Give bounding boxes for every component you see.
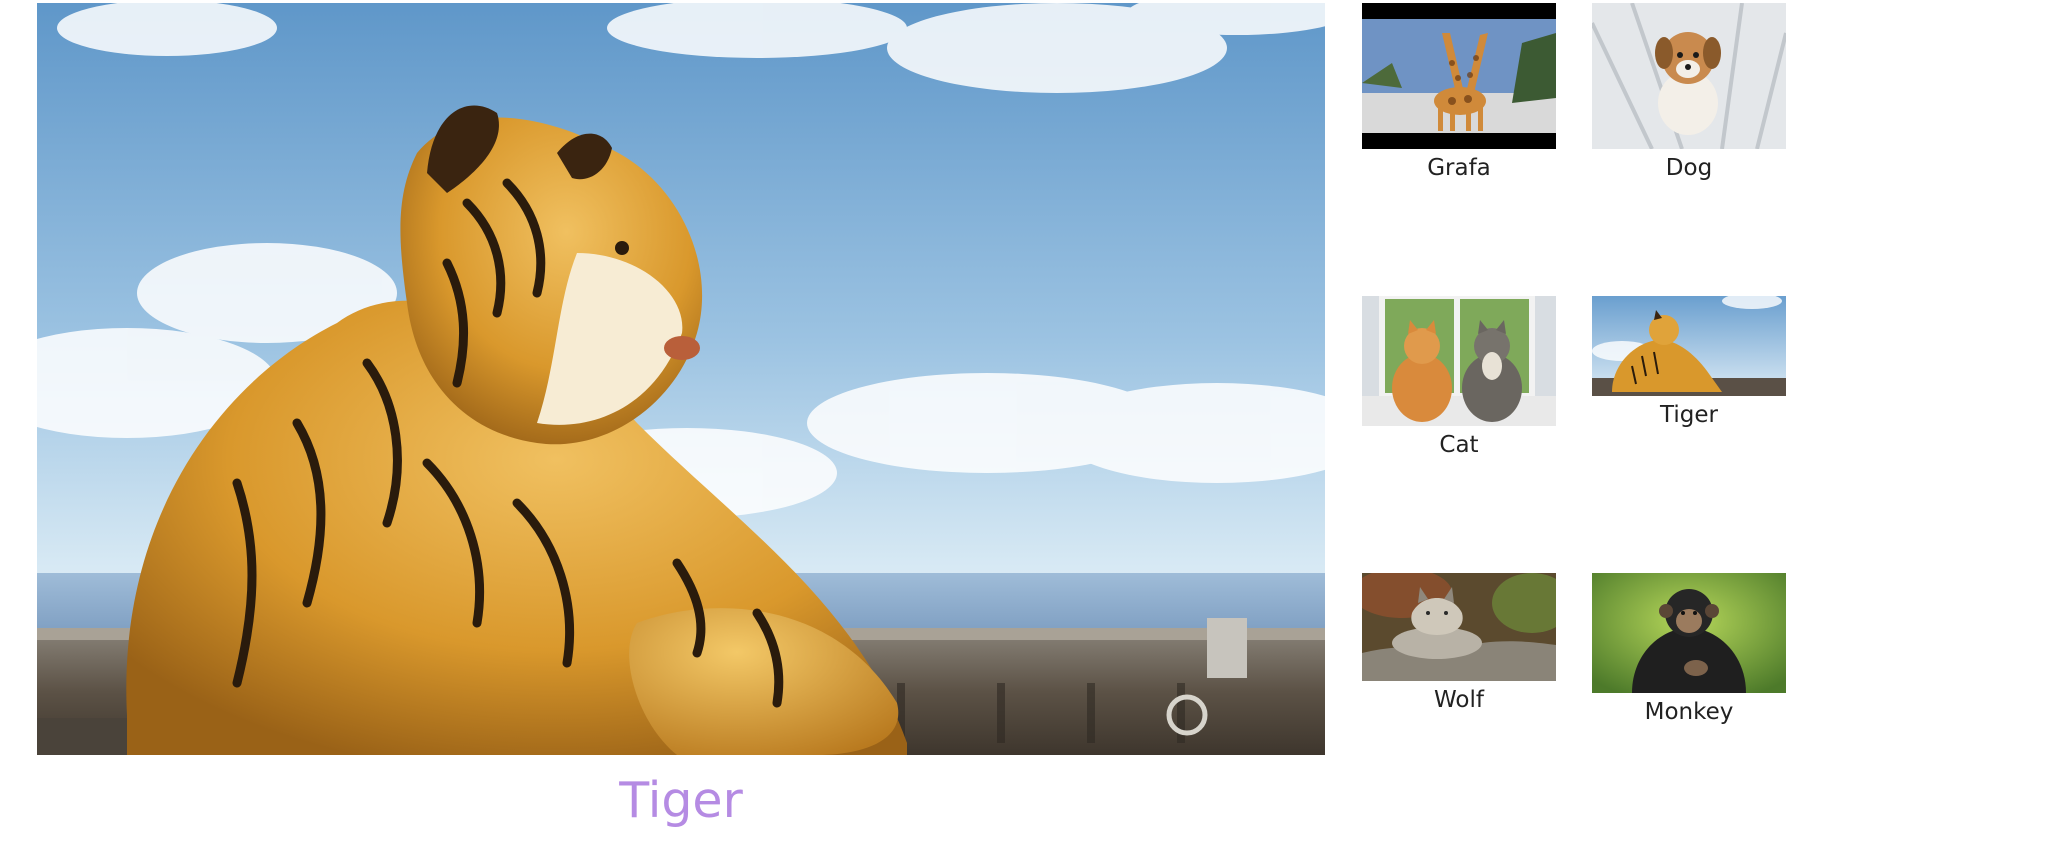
selected-animal-title: Tiger xyxy=(619,772,743,829)
thumbnail-monkey[interactable]: Monkey xyxy=(1592,573,1786,728)
thumbnail-label-tiger: Tiger xyxy=(1660,402,1718,428)
tiger-image[interactable] xyxy=(1592,296,1786,396)
thumbnail-label-wolf: Wolf xyxy=(1434,687,1484,713)
thumbnail-label-cat: Cat xyxy=(1439,432,1479,458)
giraffe-image[interactable] xyxy=(1362,3,1556,149)
main-image-tiger xyxy=(37,3,1325,755)
thumbnail-wolf[interactable]: Wolf xyxy=(1362,573,1556,716)
thumbnail-label-grafa: Grafa xyxy=(1427,155,1491,181)
thumbnail-label-dog: Dog xyxy=(1665,155,1713,181)
thumbnail-label-monkey: Monkey xyxy=(1644,699,1734,725)
thumbnail-grafa[interactable]: Grafa xyxy=(1362,3,1556,184)
gallery-page: Tiger Grafa Dog Cat Tiger Wolf Monkey xyxy=(0,0,2061,856)
dog-image[interactable] xyxy=(1592,3,1786,149)
thumbnail-dog[interactable]: Dog xyxy=(1592,3,1786,184)
cat-image[interactable] xyxy=(1362,296,1556,426)
thumbnail-tiger[interactable]: Tiger xyxy=(1592,296,1786,431)
wolf-image[interactable] xyxy=(1362,573,1556,681)
thumbnail-cat[interactable]: Cat xyxy=(1362,296,1556,461)
monkey-image[interactable] xyxy=(1592,573,1786,693)
